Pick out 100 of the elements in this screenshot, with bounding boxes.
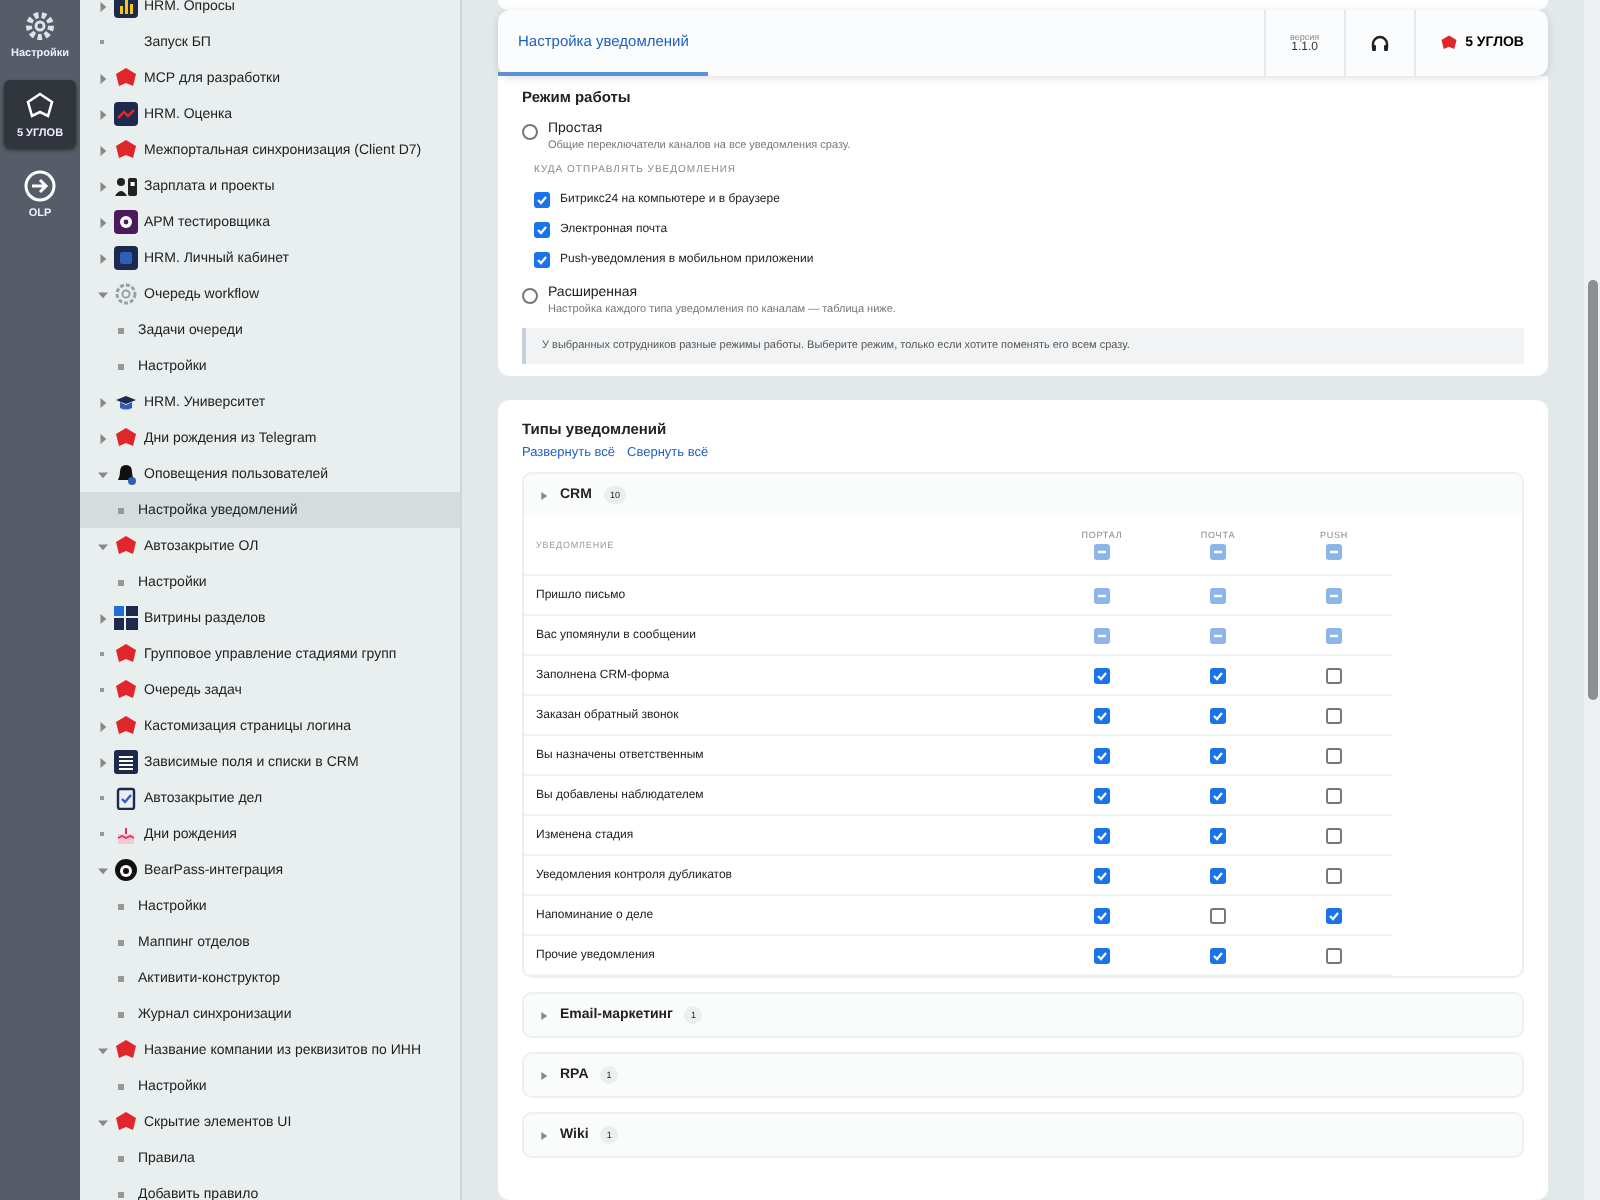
indeterminate-checkbox[interactable]: [1326, 627, 1342, 643]
expand-arrow-icon[interactable]: [97, 1117, 107, 1127]
expand-arrow-icon[interactable]: [97, 1045, 107, 1055]
minus-icon: [1212, 589, 1224, 601]
pentagon-icon: [114, 1110, 138, 1134]
expand-arrow-icon[interactable]: [97, 541, 107, 551]
line-chart-icon: [114, 102, 138, 126]
expand-arrow-icon[interactable]: [97, 289, 107, 299]
arrow-circle-icon: [24, 169, 56, 201]
checkbox[interactable]: [1210, 867, 1226, 883]
caret-icon: [540, 1071, 548, 1079]
checkbox[interactable]: [1326, 947, 1342, 963]
checkbox[interactable]: [1094, 867, 1110, 883]
bell-icon: [114, 462, 138, 486]
minus-icon: [1212, 546, 1224, 558]
minus-icon: [1096, 589, 1108, 601]
pentagon-icon: [114, 678, 138, 702]
checkmark-icon: [1212, 869, 1224, 881]
checkbox[interactable]: [1094, 827, 1110, 843]
checkbox[interactable]: [534, 191, 550, 207]
people-icon: [114, 174, 138, 198]
pentagon-icon: [114, 642, 138, 666]
checkmark-icon: [536, 193, 548, 205]
expand-arrow-icon[interactable]: [97, 145, 107, 155]
checkbox[interactable]: [1094, 707, 1110, 723]
radio-button[interactable]: [522, 288, 538, 304]
checkmark-icon: [1212, 789, 1224, 801]
expand-arrow-icon[interactable]: [97, 865, 107, 875]
checkbox[interactable]: [1326, 747, 1342, 763]
expand-arrow-icon[interactable]: [97, 721, 107, 731]
checkbox[interactable]: [1326, 827, 1342, 843]
checkmark-icon: [1096, 869, 1108, 881]
expand-arrow-icon[interactable]: [97, 217, 107, 227]
minus-icon: [1096, 629, 1108, 641]
checkmark-icon: [1212, 829, 1224, 841]
checkbox[interactable]: [1326, 707, 1342, 723]
checkmark-icon: [1096, 949, 1108, 961]
indeterminate-checkbox[interactable]: [1210, 587, 1226, 603]
checkbox[interactable]: [1210, 827, 1226, 843]
indeterminate-checkbox[interactable]: [1210, 544, 1226, 560]
checkbox[interactable]: [1210, 707, 1226, 723]
checkbox[interactable]: [1094, 787, 1110, 803]
checkbox[interactable]: [1326, 867, 1342, 883]
headset-icon[interactable]: [1369, 33, 1390, 53]
checkmark-icon: [1212, 669, 1224, 681]
bar-chart-icon: [114, 0, 138, 18]
minus-icon: [1096, 546, 1108, 558]
expand-arrow-icon[interactable]: [97, 1, 107, 11]
checkmark-icon: [1212, 709, 1224, 721]
checkbox[interactable]: [534, 251, 550, 267]
pentagon-icon: [1439, 34, 1458, 52]
caret-icon: [540, 1011, 548, 1019]
checkbox[interactable]: [1094, 947, 1110, 963]
checkbox[interactable]: [1094, 667, 1110, 683]
caret-icon: [540, 1131, 548, 1139]
pentagon-icon: [114, 138, 138, 162]
expand-arrow-icon[interactable]: [97, 109, 107, 119]
pentagon-icon: [114, 1038, 138, 1062]
indeterminate-checkbox[interactable]: [1094, 587, 1110, 603]
expand-arrow-icon[interactable]: [97, 181, 107, 191]
scrollbar[interactable]: [1584, 0, 1600, 1200]
minus-icon: [1212, 629, 1224, 641]
checkbox[interactable]: [1210, 907, 1226, 923]
settings-icon: [24, 9, 56, 41]
checkbox[interactable]: [1094, 907, 1110, 923]
checkmark-icon: [1096, 749, 1108, 761]
expand-arrow-icon[interactable]: [97, 433, 107, 443]
expand-arrow-icon[interactable]: [97, 397, 107, 407]
checkmark-icon: [1096, 829, 1108, 841]
indeterminate-checkbox[interactable]: [1210, 627, 1226, 643]
indeterminate-checkbox[interactable]: [1326, 587, 1342, 603]
checkbox[interactable]: [1326, 907, 1342, 923]
checkmark-icon: [1096, 669, 1108, 681]
checkbox[interactable]: [1326, 787, 1342, 803]
checkbox[interactable]: [1210, 947, 1226, 963]
clipboard-icon: [114, 786, 138, 810]
cake-icon: [114, 822, 138, 846]
checkbox[interactable]: [1210, 747, 1226, 763]
expand-arrow-icon[interactable]: [97, 469, 107, 479]
indeterminate-checkbox[interactable]: [1094, 627, 1110, 643]
checkmark-icon: [1328, 909, 1340, 921]
expand-arrow-icon[interactable]: [97, 613, 107, 623]
checkbox[interactable]: [1326, 667, 1342, 683]
checkmark-icon: [536, 253, 548, 265]
checkbox[interactable]: [1210, 787, 1226, 803]
expand-arrow-icon[interactable]: [97, 757, 107, 767]
checkmark-icon: [1096, 709, 1108, 721]
expand-arrow-icon[interactable]: [97, 253, 107, 263]
checkmark-icon: [1212, 749, 1224, 761]
minus-icon: [1328, 589, 1340, 601]
radio-button[interactable]: [522, 124, 538, 140]
minus-icon: [1328, 546, 1340, 558]
checkbox[interactable]: [1094, 747, 1110, 763]
checkbox[interactable]: [1210, 667, 1226, 683]
checkmark-icon: [1096, 789, 1108, 801]
list-icon: [114, 750, 138, 774]
expand-arrow-icon[interactable]: [97, 73, 107, 83]
checkbox[interactable]: [534, 221, 550, 237]
indeterminate-checkbox[interactable]: [1326, 544, 1342, 560]
indeterminate-checkbox[interactable]: [1094, 544, 1110, 560]
